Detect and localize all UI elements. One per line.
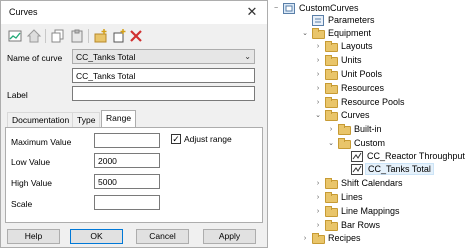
curve-icon <box>351 151 364 162</box>
apply-button[interactable]: Apply <box>203 229 256 244</box>
tree-node-label: CustomCurves <box>299 3 359 13</box>
folder-icon <box>325 178 338 189</box>
folder-icon <box>338 138 351 149</box>
tree-node-label: Resource Pools <box>341 97 405 107</box>
tree-node-label: Equipment <box>328 28 372 38</box>
chevron-right-icon[interactable]: › <box>314 71 322 79</box>
folder-icon <box>325 220 338 231</box>
dialog-titlebar: Curves ✕ <box>1 1 267 24</box>
tree-node-label: CC_Reactor Throughput <box>367 151 465 161</box>
tree-node-label: Bar Rows <box>341 220 381 230</box>
chevron-down-icon[interactable]: − <box>272 5 280 13</box>
high-value-field[interactable]: 5000 <box>94 174 160 189</box>
tree-node-label: Resources <box>341 83 385 93</box>
tree-node-label: Shift Calendars <box>341 178 403 188</box>
chevron-right-icon[interactable]: › <box>301 235 309 243</box>
folder-icon <box>312 233 325 244</box>
close-icon[interactable]: ✕ <box>242 3 262 21</box>
chevron-right-icon[interactable]: › <box>314 99 322 107</box>
range-tab-panel: Maximum Value ✓ Adjust range Low Value 2… <box>5 127 263 223</box>
parameters-icon <box>312 15 325 26</box>
tree-node-label: Custom <box>354 138 386 148</box>
tab-documentation[interactable]: Documentation <box>7 112 75 127</box>
folder-icon <box>325 41 338 52</box>
copy-icon[interactable] <box>50 28 66 44</box>
dialog-toolbar <box>3 26 265 46</box>
chevron-down-icon[interactable]: ⌄ <box>327 140 335 148</box>
tree-node-label: Recipes <box>328 233 361 243</box>
folder-icon <box>325 110 338 121</box>
tab-type[interactable]: Type <box>72 112 101 127</box>
curves-dialog: Curves ✕ Name of curve CC_Tanks Total ⌄ <box>0 0 268 248</box>
low-value-field[interactable]: 2000 <box>94 153 160 168</box>
curve-name-field[interactable]: CC_Tanks Total <box>72 68 255 83</box>
folder-icon <box>325 206 338 217</box>
tree-node-label: Curves <box>341 110 370 120</box>
chevron-right-icon[interactable]: › <box>314 194 322 202</box>
tree-node-label: Built-in <box>354 124 382 134</box>
chevron-right-icon[interactable]: › <box>314 57 322 65</box>
chevron-down-icon[interactable]: ⌄ <box>244 52 251 61</box>
adjust-range-label: Adjust range <box>184 134 232 144</box>
new-item-icon[interactable] <box>111 28 127 44</box>
new-folder-icon[interactable] <box>93 28 109 44</box>
curve-name-combo[interactable]: CC_Tanks Total ⌄ <box>72 49 255 64</box>
scale-field[interactable] <box>94 195 160 210</box>
model-tree: − CustomCurves Parameters ⌄ Equipment › Layout… <box>268 0 474 248</box>
chevron-right-icon[interactable]: › <box>314 85 322 93</box>
maximum-value-field[interactable] <box>94 133 160 148</box>
label-field[interactable] <box>72 86 255 101</box>
folder-icon <box>325 192 338 203</box>
folder-icon <box>338 124 351 135</box>
name-of-curve-label: Name of curve <box>7 53 63 63</box>
ok-button[interactable]: OK <box>70 229 123 244</box>
tree-node-label: Lines <box>341 192 363 202</box>
cancel-button[interactable]: Cancel <box>136 229 189 244</box>
paste-icon[interactable] <box>69 28 85 44</box>
low-value-label: Low Value <box>11 157 51 167</box>
dialog-title: Curves <box>9 7 38 17</box>
tab-range[interactable]: Range <box>101 110 137 127</box>
chevron-right-icon[interactable]: › <box>314 43 322 51</box>
tree-node-label: Unit Pools <box>341 69 383 79</box>
house-icon[interactable] <box>26 28 42 44</box>
tree-node-label: Line Mappings <box>341 206 400 216</box>
chevron-right-icon[interactable]: › <box>314 222 322 230</box>
maximum-value-label: Maximum Value <box>11 137 72 147</box>
chevron-right-icon[interactable]: › <box>314 208 322 216</box>
curve-window-icon[interactable] <box>7 28 23 44</box>
tab-strip: Documentation Type Range <box>5 110 263 127</box>
folder-icon <box>325 97 338 108</box>
chevron-right-icon[interactable]: › <box>327 126 335 134</box>
chevron-down-icon[interactable]: ⌄ <box>301 30 309 38</box>
high-value-label: High Value <box>11 178 52 188</box>
folder-icon <box>325 69 338 80</box>
tree-node-label: Layouts <box>341 41 373 51</box>
curve-name-combo-value: CC_Tanks Total <box>76 52 136 62</box>
toolbar-separator <box>88 29 89 43</box>
help-button[interactable]: Help <box>7 229 60 244</box>
chevron-right-icon[interactable]: › <box>314 180 322 188</box>
label-label: Label <box>7 90 28 100</box>
model-icon <box>283 3 296 14</box>
adjust-range-checkbox[interactable]: ✓ <box>171 134 181 144</box>
folder-icon <box>312 28 325 39</box>
folder-icon <box>325 55 338 66</box>
tree-node-label: CC_Tanks Total <box>365 163 434 175</box>
scale-label: Scale <box>11 199 33 209</box>
tree-node-label: Units <box>341 55 362 65</box>
curve-icon <box>351 164 364 175</box>
chevron-down-icon[interactable]: ⌄ <box>314 112 322 120</box>
delete-icon[interactable] <box>128 28 144 44</box>
tree-node-label: Parameters <box>328 15 375 25</box>
toolbar-separator <box>45 29 46 43</box>
folder-icon <box>325 83 338 94</box>
